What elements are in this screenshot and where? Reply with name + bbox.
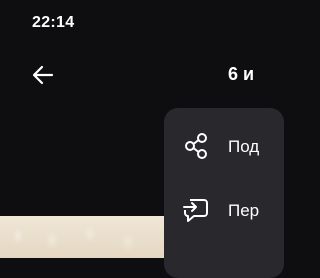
back-button[interactable] — [30, 62, 56, 88]
menu-item-forward[interactable]: Пер — [164, 190, 284, 230]
context-menu: Под Пер — [164, 108, 284, 278]
arrow-left-icon — [32, 65, 54, 85]
menu-item-label: Под — [228, 137, 260, 156]
menu-item-share[interactable]: Под — [164, 126, 284, 166]
share-icon — [185, 133, 207, 159]
status-time: 22:14 — [32, 14, 75, 31]
page-title: 6 и — [228, 64, 255, 84]
menu-item-label: Пер — [228, 201, 260, 220]
forward-icon — [183, 199, 208, 222]
